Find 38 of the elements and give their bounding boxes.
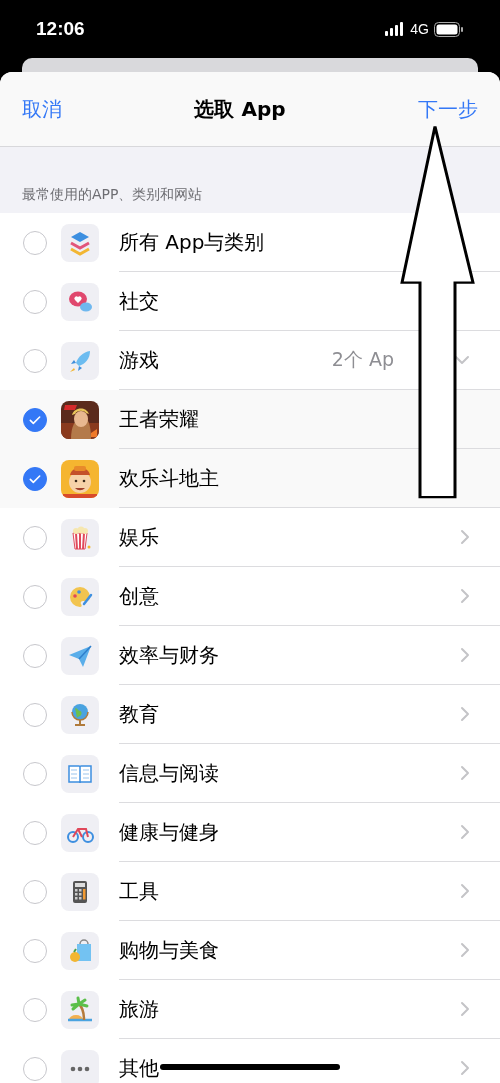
bicycle-icon: [61, 813, 99, 852]
category-label[interactable]: 创意: [119, 582, 460, 610]
category-label[interactable]: 教育: [119, 700, 460, 728]
sheet-title: 选取 App: [194, 95, 286, 123]
layers-icon: [61, 223, 99, 262]
next-button[interactable]: 下一步: [418, 95, 478, 123]
globe-icon: [61, 695, 99, 734]
clock: 12:06: [36, 18, 85, 40]
palette-icon: [61, 577, 99, 616]
category-label[interactable]: 所有 App与类别: [119, 228, 470, 256]
cancel-button[interactable]: 取消: [22, 95, 62, 123]
app-count: 2个 Ap: [331, 347, 394, 372]
category-label[interactable]: 其他: [119, 1054, 460, 1082]
signal-icon: [385, 22, 406, 36]
battery-icon: [434, 21, 464, 37]
chevron-down-icon[interactable]: [454, 355, 470, 365]
calculator-icon: [61, 872, 99, 911]
category-label[interactable]: 旅游: [119, 995, 460, 1023]
chat-bubbles-icon: [61, 282, 99, 321]
section-header: 最常使用的APP、类别和网站: [22, 186, 203, 204]
rocket-icon: [61, 341, 99, 380]
category-label[interactable]: 社交: [119, 287, 470, 315]
shopping-bag-icon: [61, 931, 99, 970]
category-label[interactable]: 游戏: [119, 346, 332, 374]
paper-plane-icon: [61, 636, 99, 675]
popcorn-icon: [61, 518, 99, 557]
category-label[interactable]: 健康与健身: [119, 818, 460, 846]
checkbox[interactable]: [23, 466, 47, 491]
checkbox[interactable]: [23, 407, 47, 432]
book-icon: [61, 754, 99, 793]
more-icon: [61, 1049, 99, 1083]
category-label[interactable]: 效率与财务: [119, 641, 460, 669]
category-label[interactable]: 娱乐: [119, 523, 460, 551]
category-label[interactable]: 信息与阅读: [119, 759, 460, 787]
network-label: 4G: [410, 21, 429, 37]
palm-tree-icon: [61, 990, 99, 1029]
category-label[interactable]: 工具: [119, 877, 460, 905]
category-label[interactable]: 购物与美食: [119, 936, 460, 964]
